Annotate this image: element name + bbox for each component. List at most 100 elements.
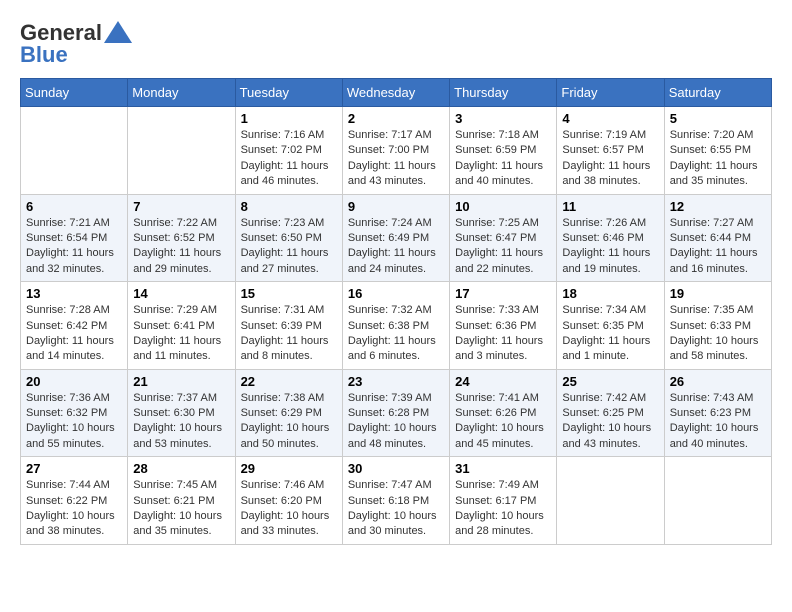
sunset-text: Sunset: 6:26 PM [455,407,536,419]
sunset-text: Sunset: 6:44 PM [670,232,751,244]
calendar-cell: 9 Sunrise: 7:24 AM Sunset: 6:49 PM Dayli… [342,194,449,282]
sunrise-text: Sunrise: 7:34 AM [562,304,646,316]
sunset-text: Sunset: 6:50 PM [241,232,322,244]
daylight-text: Daylight: 11 hours and 40 minutes. [455,160,543,187]
daylight-text: Daylight: 11 hours and 6 minutes. [348,335,436,362]
daylight-text: Daylight: 10 hours and 30 minutes. [348,510,437,537]
daylight-text: Daylight: 10 hours and 40 minutes. [670,422,759,449]
sunrise-text: Sunrise: 7:38 AM [241,392,325,404]
calendar-cell: 16 Sunrise: 7:32 AM Sunset: 6:38 PM Dayl… [342,282,449,370]
sunset-text: Sunset: 6:46 PM [562,232,643,244]
sunset-text: Sunset: 6:41 PM [133,320,214,332]
logo: General Blue [20,20,132,68]
calendar-cell: 3 Sunrise: 7:18 AM Sunset: 6:59 PM Dayli… [450,107,557,195]
calendar-cell: 11 Sunrise: 7:26 AM Sunset: 6:46 PM Dayl… [557,194,664,282]
calendar-cell: 5 Sunrise: 7:20 AM Sunset: 6:55 PM Dayli… [664,107,771,195]
calendar-cell: 2 Sunrise: 7:17 AM Sunset: 7:00 PM Dayli… [342,107,449,195]
sunset-text: Sunset: 6:59 PM [455,144,536,156]
daylight-text: Daylight: 10 hours and 58 minutes. [670,335,759,362]
day-number: 10 [455,199,551,214]
page-header: General Blue [20,20,772,68]
weekday-header-saturday: Saturday [664,79,771,107]
day-info: Sunrise: 7:27 AM Sunset: 6:44 PM Dayligh… [670,216,766,278]
day-info: Sunrise: 7:38 AM Sunset: 6:29 PM Dayligh… [241,391,337,453]
day-number: 23 [348,374,444,389]
calendar-cell: 26 Sunrise: 7:43 AM Sunset: 6:23 PM Dayl… [664,369,771,457]
daylight-text: Daylight: 11 hours and 14 minutes. [26,335,114,362]
sunset-text: Sunset: 7:00 PM [348,144,429,156]
calendar-cell: 1 Sunrise: 7:16 AM Sunset: 7:02 PM Dayli… [235,107,342,195]
sunset-text: Sunset: 6:36 PM [455,320,536,332]
daylight-text: Daylight: 10 hours and 45 minutes. [455,422,544,449]
calendar-cell: 31 Sunrise: 7:49 AM Sunset: 6:17 PM Dayl… [450,457,557,545]
daylight-text: Daylight: 11 hours and 3 minutes. [455,335,543,362]
sunset-text: Sunset: 6:17 PM [455,495,536,507]
weekday-header-row: SundayMondayTuesdayWednesdayThursdayFrid… [21,79,772,107]
sunrise-text: Sunrise: 7:19 AM [562,129,646,141]
day-info: Sunrise: 7:47 AM Sunset: 6:18 PM Dayligh… [348,478,444,540]
daylight-text: Daylight: 11 hours and 24 minutes. [348,247,436,274]
calendar-cell: 25 Sunrise: 7:42 AM Sunset: 6:25 PM Dayl… [557,369,664,457]
calendar-cell: 15 Sunrise: 7:31 AM Sunset: 6:39 PM Dayl… [235,282,342,370]
daylight-text: Daylight: 11 hours and 35 minutes. [670,160,758,187]
daylight-text: Daylight: 11 hours and 22 minutes. [455,247,543,274]
calendar-cell: 28 Sunrise: 7:45 AM Sunset: 6:21 PM Dayl… [128,457,235,545]
day-number: 15 [241,286,337,301]
sunrise-text: Sunrise: 7:24 AM [348,217,432,229]
calendar-cell: 19 Sunrise: 7:35 AM Sunset: 6:33 PM Dayl… [664,282,771,370]
sunrise-text: Sunrise: 7:21 AM [26,217,110,229]
day-number: 25 [562,374,658,389]
sunrise-text: Sunrise: 7:22 AM [133,217,217,229]
day-info: Sunrise: 7:34 AM Sunset: 6:35 PM Dayligh… [562,303,658,365]
calendar-cell [664,457,771,545]
sunset-text: Sunset: 6:42 PM [26,320,107,332]
sunrise-text: Sunrise: 7:47 AM [348,479,432,491]
sunset-text: Sunset: 6:33 PM [670,320,751,332]
day-number: 4 [562,111,658,126]
weekday-header-friday: Friday [557,79,664,107]
calendar-cell: 17 Sunrise: 7:33 AM Sunset: 6:36 PM Dayl… [450,282,557,370]
day-info: Sunrise: 7:44 AM Sunset: 6:22 PM Dayligh… [26,478,122,540]
day-number: 12 [670,199,766,214]
sunrise-text: Sunrise: 7:37 AM [133,392,217,404]
sunset-text: Sunset: 6:55 PM [670,144,751,156]
day-info: Sunrise: 7:46 AM Sunset: 6:20 PM Dayligh… [241,478,337,540]
day-info: Sunrise: 7:25 AM Sunset: 6:47 PM Dayligh… [455,216,551,278]
daylight-text: Daylight: 10 hours and 53 minutes. [133,422,222,449]
daylight-text: Daylight: 11 hours and 46 minutes. [241,160,329,187]
sunrise-text: Sunrise: 7:39 AM [348,392,432,404]
day-number: 2 [348,111,444,126]
day-number: 16 [348,286,444,301]
day-number: 31 [455,461,551,476]
calendar-cell: 27 Sunrise: 7:44 AM Sunset: 6:22 PM Dayl… [21,457,128,545]
sunrise-text: Sunrise: 7:43 AM [670,392,754,404]
day-number: 29 [241,461,337,476]
sunrise-text: Sunrise: 7:46 AM [241,479,325,491]
day-info: Sunrise: 7:32 AM Sunset: 6:38 PM Dayligh… [348,303,444,365]
sunrise-text: Sunrise: 7:44 AM [26,479,110,491]
calendar-week-row: 13 Sunrise: 7:28 AM Sunset: 6:42 PM Dayl… [21,282,772,370]
daylight-text: Daylight: 11 hours and 27 minutes. [241,247,329,274]
day-number: 7 [133,199,229,214]
day-info: Sunrise: 7:35 AM Sunset: 6:33 PM Dayligh… [670,303,766,365]
day-info: Sunrise: 7:37 AM Sunset: 6:30 PM Dayligh… [133,391,229,453]
calendar-cell: 14 Sunrise: 7:29 AM Sunset: 6:41 PM Dayl… [128,282,235,370]
sunset-text: Sunset: 6:49 PM [348,232,429,244]
sunset-text: Sunset: 6:21 PM [133,495,214,507]
calendar-cell: 30 Sunrise: 7:47 AM Sunset: 6:18 PM Dayl… [342,457,449,545]
sunrise-text: Sunrise: 7:32 AM [348,304,432,316]
day-info: Sunrise: 7:20 AM Sunset: 6:55 PM Dayligh… [670,128,766,190]
sunset-text: Sunset: 6:32 PM [26,407,107,419]
day-info: Sunrise: 7:26 AM Sunset: 6:46 PM Dayligh… [562,216,658,278]
day-number: 19 [670,286,766,301]
sunset-text: Sunset: 6:18 PM [348,495,429,507]
calendar-cell: 6 Sunrise: 7:21 AM Sunset: 6:54 PM Dayli… [21,194,128,282]
day-info: Sunrise: 7:28 AM Sunset: 6:42 PM Dayligh… [26,303,122,365]
calendar-week-row: 6 Sunrise: 7:21 AM Sunset: 6:54 PM Dayli… [21,194,772,282]
day-info: Sunrise: 7:23 AM Sunset: 6:50 PM Dayligh… [241,216,337,278]
weekday-header-wednesday: Wednesday [342,79,449,107]
sunset-text: Sunset: 6:23 PM [670,407,751,419]
sunrise-text: Sunrise: 7:27 AM [670,217,754,229]
daylight-text: Daylight: 11 hours and 43 minutes. [348,160,436,187]
sunset-text: Sunset: 6:29 PM [241,407,322,419]
